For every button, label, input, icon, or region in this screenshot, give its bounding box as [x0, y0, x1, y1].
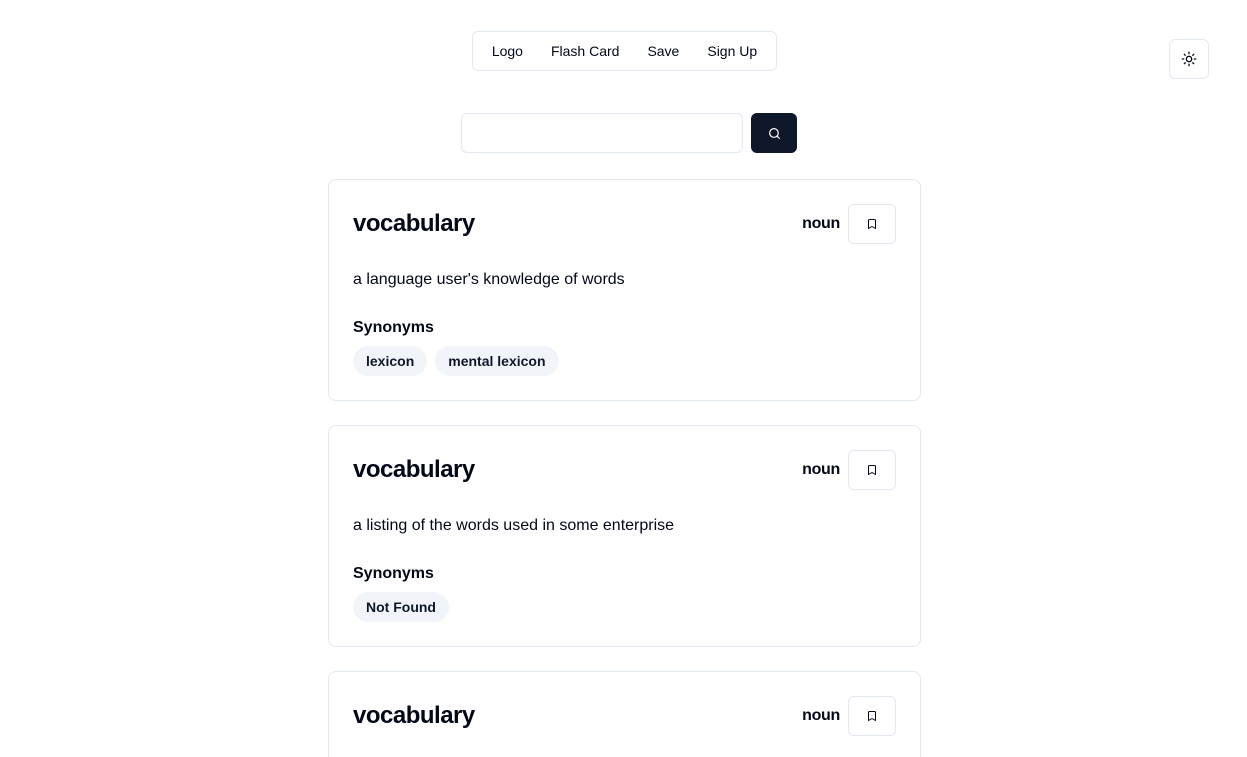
search-icon [768, 127, 780, 139]
search-input[interactable] [461, 113, 743, 153]
definition-text: a listing of the words used in some ente… [353, 517, 675, 534]
search-button[interactable] [751, 113, 797, 153]
card-header: vocabulary noun [353, 204, 896, 244]
theme-toggle-button[interactable] [1169, 39, 1209, 79]
bookmark-button[interactable] [848, 450, 896, 490]
word-title: vocabulary [353, 210, 475, 237]
synonyms-heading: Synonyms [353, 565, 434, 582]
part-of-speech: noun [802, 215, 840, 232]
word-card: vocabulary noun a listing of the words u… [328, 425, 921, 647]
synonyms-heading: Synonyms [353, 319, 434, 336]
synonym-chip[interactable]: mental lexicon [435, 346, 559, 376]
synonym-chip[interactable]: lexicon [353, 346, 428, 376]
nav-save[interactable]: Save [633, 32, 693, 70]
bookmark-icon [868, 219, 876, 229]
nav-logo[interactable]: Logo [478, 32, 537, 70]
page: Logo Flash Card Save Sign Up vocabulary … [0, 0, 1247, 757]
bookmark-button[interactable] [848, 696, 896, 736]
nav-flash-card[interactable]: Flash Card [537, 32, 633, 70]
word-card: vocabulary noun a language user's knowle… [328, 179, 921, 401]
sun-icon [1181, 51, 1197, 67]
part-of-speech: noun [802, 461, 840, 478]
word-title: vocabulary [353, 702, 475, 729]
card-header-actions: noun [802, 204, 896, 244]
card-header: vocabulary noun [353, 450, 896, 490]
word-card: vocabulary noun [328, 671, 921, 757]
card-header: vocabulary noun [353, 696, 896, 736]
word-title: vocabulary [353, 456, 475, 483]
part-of-speech: noun [802, 707, 840, 724]
bookmark-icon [868, 711, 876, 721]
synonyms-list: lexicon mental lexicon [353, 346, 896, 376]
card-header-actions: noun [802, 450, 896, 490]
card-header-actions: noun [802, 696, 896, 736]
bookmark-icon [868, 465, 876, 475]
nav-sign-up[interactable]: Sign Up [693, 32, 771, 70]
synonyms-list: Not Found [353, 592, 896, 622]
synonym-chip: Not Found [353, 592, 449, 622]
definition-text: a language user's knowledge of words [353, 271, 625, 288]
bookmark-button[interactable] [848, 204, 896, 244]
top-nav: Logo Flash Card Save Sign Up [472, 31, 777, 71]
